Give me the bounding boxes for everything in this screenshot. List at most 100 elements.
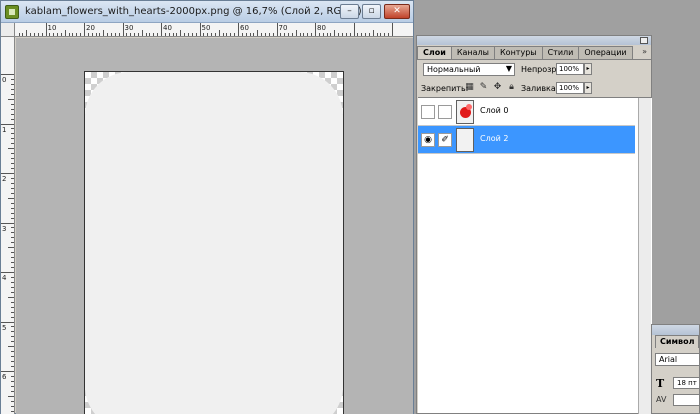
ruler-tick [11,118,14,120]
ruler-label: 6 [2,373,7,381]
font-family-select[interactable]: Arial [655,353,699,366]
ruler-tick [11,281,14,283]
ruler-tick [338,33,340,36]
visibility-toggle[interactable] [421,105,435,119]
ruler-tick [8,197,14,199]
fill-input[interactable]: 100% [556,82,584,94]
tab-paths[interactable]: Контуры [494,46,543,59]
opacity-input[interactable]: 100% [556,63,584,75]
ruler-tick [264,33,266,36]
ruler-tick [126,33,128,36]
ruler-label: 30 [124,24,134,32]
ruler-corner[interactable] [1,23,15,37]
eye-icon[interactable]: ◉ [421,133,435,147]
ruler-tick [326,33,328,36]
close-button[interactable]: ✕ [384,4,410,19]
lock-transparency-icon[interactable]: ▦ [464,82,475,93]
lock-all-icon[interactable]: 🔒︎ [506,82,517,93]
ruler-tick [11,242,14,244]
ruler-tick [11,237,14,239]
character-palette: Символ Arial T 18 пт AV [651,324,700,414]
ruler-tick [295,30,297,36]
ruler-tick [60,33,62,36]
font-size-input[interactable]: 18 пт [673,377,699,389]
ruler-tick [1,321,14,323]
brush-icon[interactable]: ✐ [438,133,452,147]
ruler-tick [230,33,232,36]
ruler-tick [11,207,14,209]
tab-channels[interactable]: Каналы [450,46,495,59]
ruler-tick [37,33,39,36]
ruler-label: 1 [2,125,7,134]
document-canvas[interactable] [84,71,344,414]
ruler-tick [172,33,174,36]
ruler-tick [76,33,78,36]
ruler-label: 3 [2,224,7,233]
document-title-bar[interactable]: kablam_flowers_with_hearts-2000px.png @ … [1,1,413,23]
ruler-tick [103,30,105,36]
ruler-tick [8,296,14,298]
ruler-label: 80 [317,24,326,32]
ruler-tick [11,326,14,328]
layer-row-0[interactable]: Слой 0 [418,98,635,126]
layer-list-scrollbar[interactable] [638,98,651,414]
ruler-tick [245,33,247,36]
ruler-tick [303,33,305,36]
ruler-tick [30,33,32,36]
tab-layers[interactable]: Слои [417,46,452,60]
character-palette-titlebar[interactable] [652,325,699,335]
ruler-tick [211,33,213,36]
lock-position-icon[interactable]: ✥ [492,82,503,93]
opacity-slider-button[interactable]: ▸ [584,63,592,75]
ruler-tick [257,30,259,36]
ruler-tick [1,222,14,224]
palette-menu-icon[interactable]: » [642,47,647,56]
canvas-area[interactable] [16,38,413,414]
ruler-tick [349,33,351,36]
ruler-tick [184,33,186,36]
minimize-button[interactable]: – [340,4,359,19]
layer-row-2[interactable]: ◉ ✐ Слой 2 [418,126,635,154]
ruler-tick [11,291,14,293]
ruler-tick [8,395,14,397]
ruler-tick [11,232,14,234]
ruler-tick [11,202,14,204]
ruler-tick [145,33,147,36]
ruler-tick [1,123,14,125]
ruler-tick [176,33,178,36]
link-toggle[interactable] [438,105,452,119]
tab-styles[interactable]: Стили [541,46,580,59]
ruler-tick [207,33,209,36]
tab-divider [417,59,651,60]
blend-mode-select[interactable]: Нормальный ▼ [423,63,515,76]
maximize-button[interactable]: ▫ [362,4,381,19]
tab-character[interactable]: Символ [655,335,699,348]
kerning-input[interactable] [673,394,699,406]
ruler-tick [157,33,159,36]
lock-image-icon[interactable]: ✎ [478,82,489,93]
tab-actions[interactable]: Операции [578,46,633,59]
ruler-tick [130,33,132,36]
ruler-tick [372,30,374,36]
fill-slider-button[interactable]: ▸ [584,82,592,94]
ruler-tick [388,33,390,36]
ruler-tick [11,158,14,160]
ruler-tick [11,410,14,412]
ruler-tick [11,351,14,353]
kerning-icon: AV [656,395,667,404]
ruler-tick [11,356,14,358]
ruler-tick [311,33,313,36]
ruler-tick [361,33,363,36]
horizontal-ruler[interactable]: 01020304050607080 [15,23,413,37]
ruler-label: 10 [47,24,57,32]
chevron-down-icon: ▼ [505,64,512,73]
palette-minimize-icon[interactable] [640,37,648,44]
ruler-tick [11,168,14,170]
layer-thumbnail [456,128,474,152]
ruler-tick [11,227,14,229]
ruler-tick [134,33,136,36]
ruler-tick [84,23,85,36]
ruler-label: 70 [278,24,288,32]
vertical-ruler[interactable]: 0 1 2 3 4 5 6 [1,37,15,414]
ruler-tick [110,33,112,36]
